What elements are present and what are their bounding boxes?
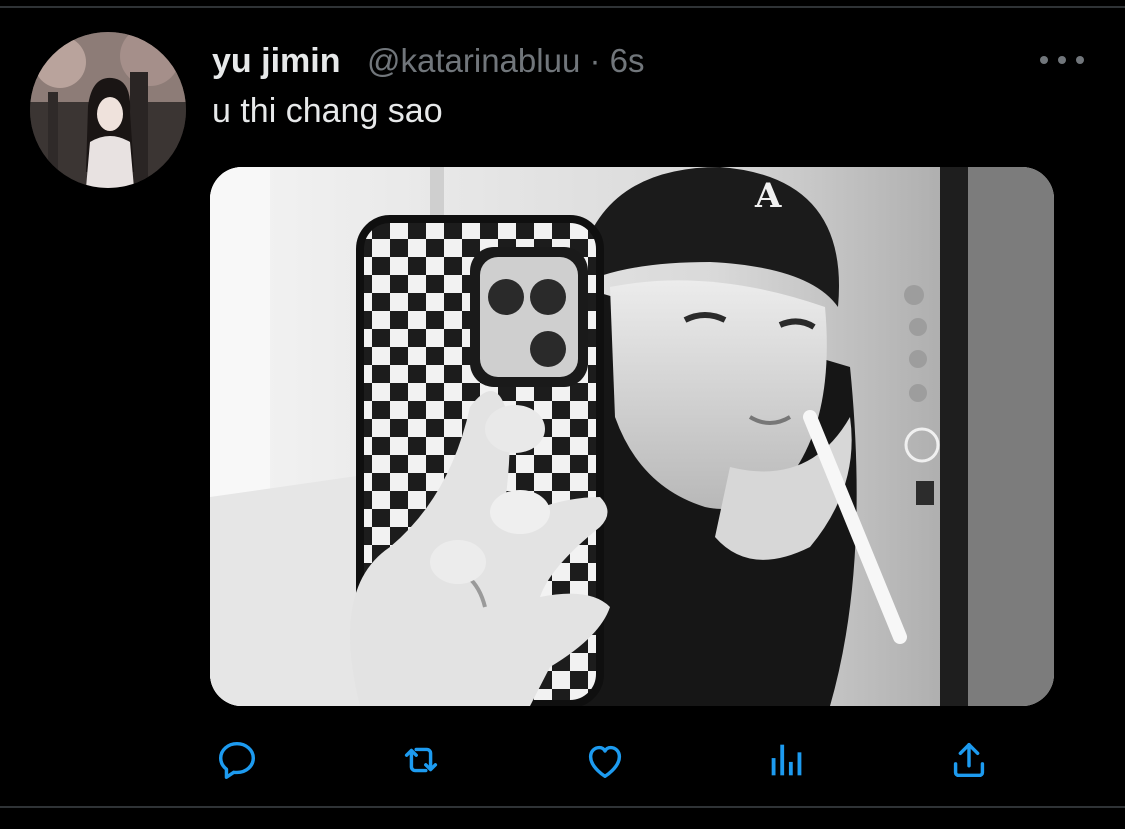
more-dot <box>1076 56 1084 64</box>
share-icon[interactable] <box>944 735 994 785</box>
selfie-photo: A <box>210 167 1054 706</box>
avatar-photo <box>30 32 186 188</box>
more-options-icon[interactable] <box>1040 50 1084 70</box>
reply-icon[interactable] <box>212 735 262 785</box>
tweet-photo[interactable]: A <box>210 167 1054 706</box>
more-dot <box>1040 56 1048 64</box>
tweet-actions <box>0 735 1125 785</box>
avatar[interactable] <box>30 32 186 188</box>
heart-icon[interactable] <box>580 735 630 785</box>
analytics-icon[interactable] <box>762 735 812 785</box>
display-name[interactable]: yu jimin <box>212 40 340 82</box>
top-divider <box>0 6 1125 8</box>
more-dot <box>1058 56 1066 64</box>
bottom-divider <box>0 806 1125 808</box>
handle-and-timestamp[interactable]: @katarinabluu · 6s <box>367 40 644 82</box>
retweet-icon[interactable] <box>396 735 446 785</box>
tweet-text: u thi chang sao <box>212 92 443 130</box>
svg-text:A: A <box>754 176 782 216</box>
